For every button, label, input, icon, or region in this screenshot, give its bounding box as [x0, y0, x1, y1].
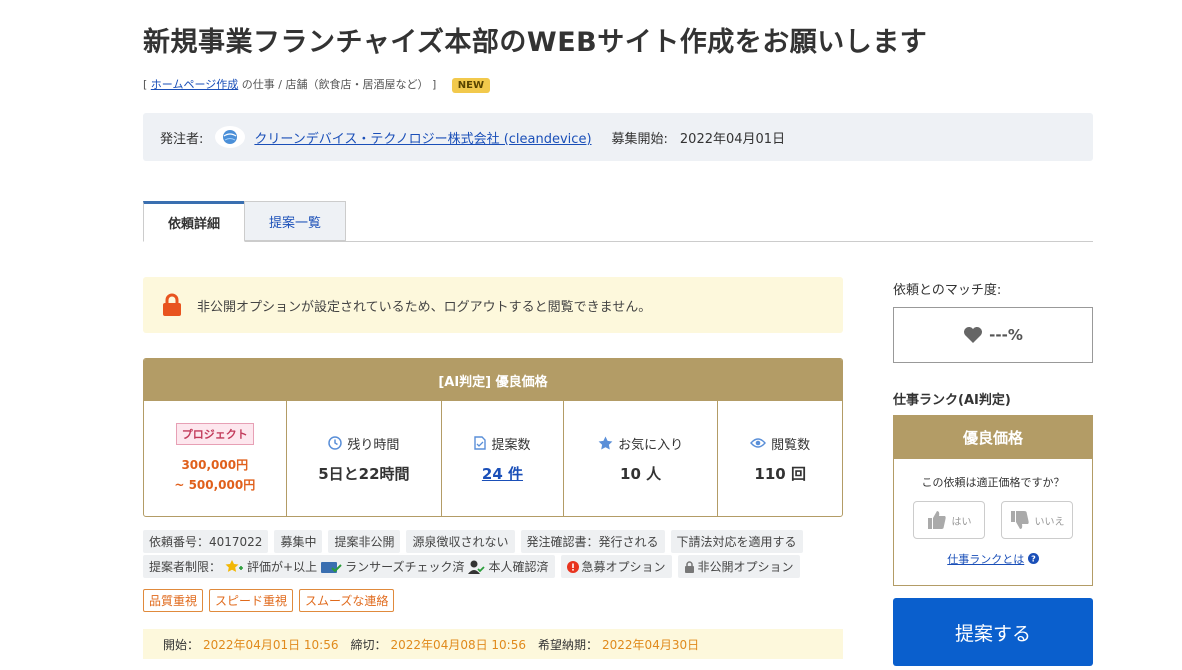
tag-private-option: 非公開オプション — [677, 555, 800, 578]
views-cell: 閲覧数 110 回 — [718, 401, 842, 516]
start-date: 募集開始: 2022年04月01日 — [611, 131, 786, 147]
vote-yes-button[interactable]: はい — [913, 501, 985, 539]
alert-icon — [566, 560, 579, 573]
lock-small-icon — [684, 560, 694, 573]
person-check-icon — [468, 560, 486, 574]
start-datetime: 2022年04月01日 10:56 — [203, 637, 339, 652]
match-label: 依頼とのマッチ度: — [893, 283, 1002, 298]
globe-logo-icon — [223, 130, 238, 144]
info-tags: 依頼番号：4017022 募集中 提案非公開 源泉徴収されない 発注確認書：発行… — [143, 530, 803, 553]
tag-request-number: 依頼番号：4017022 — [143, 530, 269, 553]
thumbs-down-icon — [1010, 511, 1029, 529]
delivery-date: 2022年04月30日 — [602, 637, 700, 652]
client-avatar[interactable] — [215, 126, 246, 148]
rank-box: 優良価格 この依頼は適正価格ですか？ はい いいえ 仕事ランクとは ? — [893, 415, 1093, 586]
subcategory: 店舗（飲食店・居酒屋など） — [285, 78, 429, 91]
page-title: 新規事業フランチャイズ本部のWEBサイト作成をお願いします — [143, 27, 928, 58]
star-plus-icon — [225, 559, 244, 572]
ai-rank-header: [AI判定] 優良価格 — [144, 359, 842, 401]
card-check-icon — [321, 561, 342, 573]
price-cell: プロジェクト 300,000円 ~ 500,000円 — [144, 401, 287, 516]
heart-icon — [964, 327, 983, 343]
rank-question: この依頼は適正価格ですか？ — [921, 476, 1065, 489]
thumbs-up-icon — [927, 511, 946, 529]
tag-speed: スピード重視 — [209, 589, 294, 612]
private-notice: 非公開オプションが設定されているため、ログアウトすると閲覧できません。 — [143, 277, 843, 333]
remaining-cell: 残り時間 5日と22時間 — [287, 401, 443, 516]
tag-proposal-private: 提案非公開 — [328, 530, 401, 553]
tab-request-details[interactable]: 依頼詳細 — [143, 201, 245, 242]
project-badge: プロジェクト — [175, 422, 254, 445]
vote-no-button[interactable]: いいえ — [1001, 501, 1073, 539]
tag-communication: スムーズな連絡 — [299, 589, 395, 612]
tab-bar: 依頼詳細 提案一覧 — [143, 201, 1093, 242]
rank-label: 仕事ランク(AI判定) — [893, 393, 1011, 408]
proposals-count-link[interactable]: 24 件 — [482, 463, 523, 484]
tag-urgent-option: 急募オプション — [560, 555, 672, 578]
tab-proposal-list[interactable]: 提案一覧 — [244, 201, 346, 241]
priority-tags: 品質重視 スピード重視 スムーズな連絡 — [143, 589, 395, 612]
tag-proposer-restriction: 提案者制限： 評価が+以上 ランサーズチェック済 本人確認済 — [143, 555, 555, 578]
document-icon — [474, 436, 487, 450]
proposals-cell: 提案数 24 件 — [442, 401, 564, 516]
tag-withholding: 源泉徴収されない — [406, 530, 515, 553]
eye-icon — [750, 438, 767, 448]
favorites-cell: お気に入り 10 人 — [564, 401, 719, 516]
rank-about-link[interactable]: 仕事ランクとは — [947, 553, 1024, 566]
breadcrumb: [ ホームページ作成 の仕事 / 店舗（飲食店・居酒屋など） ] NEW — [143, 76, 490, 93]
tag-quality: 品質重視 — [143, 589, 204, 612]
help-icon[interactable]: ? — [1027, 553, 1039, 564]
restriction-tags: 提案者制限： 評価が+以上 ランサーズチェック済 本人確認済 急募オプション 非… — [143, 555, 800, 578]
client-name-link[interactable]: クリーンデバイス・テクノロジー株式会社 (cleandevice) — [254, 128, 591, 147]
propose-button[interactable]: 提案する — [893, 598, 1093, 666]
tag-order-confirmation: 発注確認書：発行される — [520, 530, 665, 553]
lock-icon — [163, 293, 181, 316]
client-bar: 発注者: クリーンデバイス・テクノロジー株式会社 (cleandevice) 募… — [143, 113, 1093, 161]
clock-icon — [328, 436, 343, 450]
match-score-box: ---% — [893, 307, 1093, 363]
end-datetime: 2022年04月08日 10:56 — [390, 637, 526, 652]
tag-subcontract-law: 下請法対応を適用する — [670, 530, 803, 553]
star-icon — [598, 436, 613, 450]
category-link[interactable]: ホームページ作成 — [151, 78, 238, 91]
svg-text:?: ? — [1031, 555, 1036, 564]
schedule-bar: 開始： 2022年04月01日 10:56 締切： 2022年04月08日 10:5… — [143, 629, 843, 659]
tag-status: 募集中 — [274, 530, 323, 553]
summary-panel: [AI判定] 優良価格 プロジェクト 300,000円 ~ 500,000円 残り… — [143, 358, 843, 517]
new-badge: NEW — [451, 78, 490, 93]
rank-value: 優良価格 — [894, 416, 1092, 459]
